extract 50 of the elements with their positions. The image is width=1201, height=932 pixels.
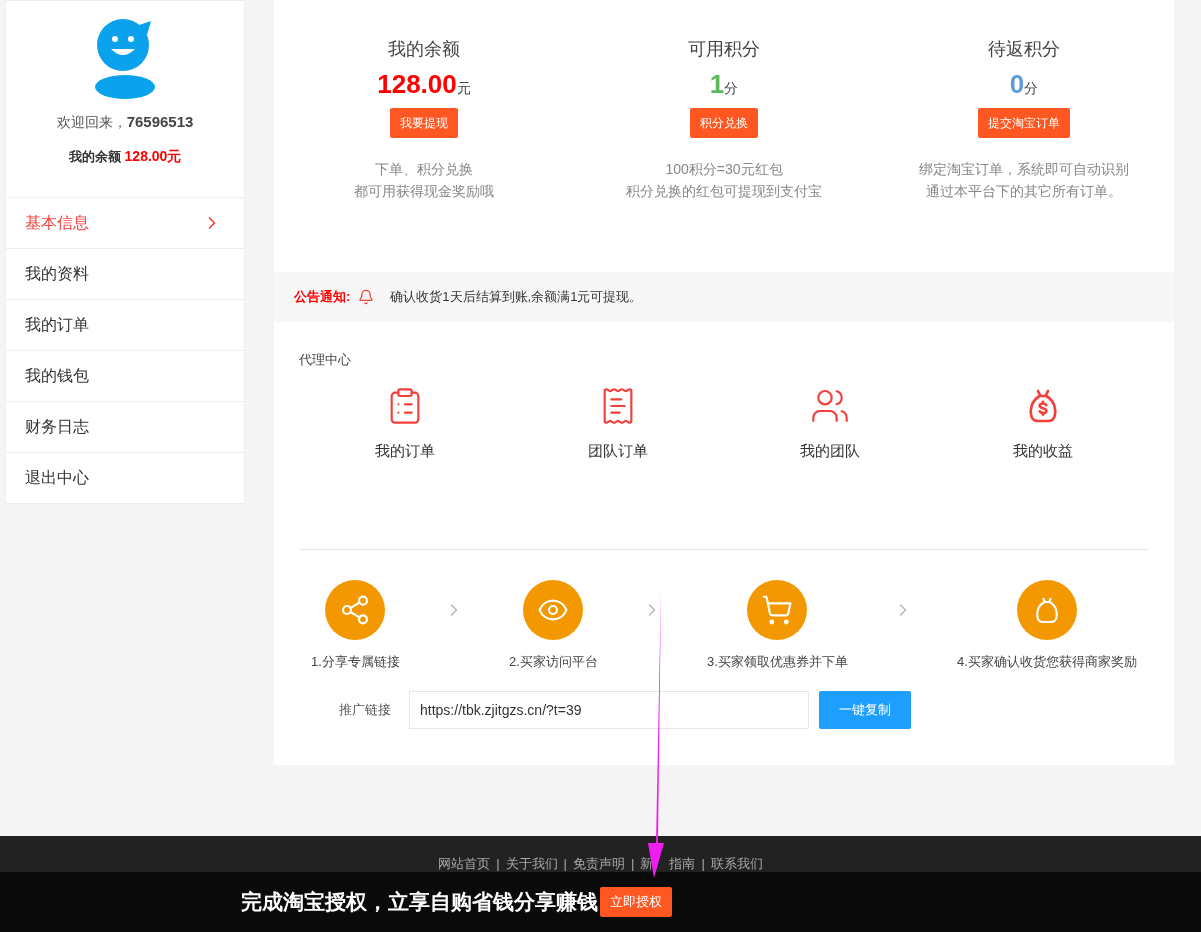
description-text: 绑定淘宝订单，系统即可自动识别: [919, 160, 1129, 179]
footer-link[interactable]: 网站首页: [438, 854, 491, 874]
balance-value: 128.00元: [124, 146, 182, 166]
step-label: 4.买家确认收货您获得商家奖励: [957, 652, 1137, 671]
stat-unit: 分: [1024, 80, 1039, 98]
balance-label: 我的余额: [68, 147, 121, 166]
step-label: 1.分享专属链接: [311, 652, 400, 671]
separator: |: [631, 855, 635, 873]
sidebar-item[interactable]: 财务日志: [6, 400, 244, 452]
link-field[interactable]: https://tbk.zjitgzs.cn/?t=39: [409, 691, 809, 729]
stat-value: 0: [1009, 68, 1025, 101]
sidebar-item[interactable]: 基本信息: [6, 196, 244, 248]
bell-icon: [358, 289, 375, 305]
banner-text: 完成淘宝授权，立享自购省钱分享赚钱: [241, 889, 598, 916]
footer-link[interactable]: 关于我们: [505, 854, 558, 874]
description-text: 100积分=30元红包: [665, 160, 783, 179]
description-text: 通过本平台下的其它所有订单。: [926, 182, 1122, 201]
description-text: 积分兑换的红包可提现到支付宝: [626, 182, 822, 201]
stat-value: 1: [709, 68, 725, 101]
agent-link[interactable]: 我的团队: [800, 439, 861, 462]
footer-link[interactable]: 免责声明: [573, 854, 625, 874]
sidebar-item[interactable]: 我的钱包: [6, 349, 244, 401]
welcome-text: 欢迎回来，: [56, 113, 127, 132]
stat-title: 我的余额: [388, 38, 460, 61]
agent-link[interactable]: 团队订单: [587, 439, 648, 462]
sidebar-item[interactable]: 我的资料: [6, 247, 244, 299]
description-text: 下单、积分兑换: [375, 160, 473, 179]
description-text: 都可用获得现金奖励哦: [354, 182, 494, 201]
footer-link[interactable]: 新: [640, 854, 654, 874]
notice-text: 确认收货1天后结算到账,余额满1元可提现。: [390, 288, 643, 307]
link-label: 推广链接: [339, 701, 392, 720]
footer-link[interactable]: 指南: [669, 854, 696, 874]
stat-unit: 分: [724, 80, 739, 98]
separator: |: [701, 855, 705, 873]
stat-title: 待返积分: [988, 38, 1060, 61]
username: 76596513: [126, 112, 194, 132]
step-label: 3.买家领取优惠券并下单: [707, 652, 848, 671]
agent-link[interactable]: 我的收益: [1012, 439, 1073, 462]
section-title: 代理中心: [299, 351, 352, 369]
separator: |: [563, 855, 567, 873]
sidebar-item[interactable]: 退出中心: [6, 451, 244, 503]
sidebar-item[interactable]: 我的订单: [6, 298, 244, 350]
notice-label: 公告通知:: [294, 288, 351, 307]
step-label: 2.买家访问平台: [509, 652, 598, 671]
stat-unit: 元: [456, 79, 471, 98]
separator: |: [496, 855, 500, 873]
stat-value: 128.00: [377, 68, 457, 101]
stat-title: 可用积分: [688, 38, 760, 61]
agent-link[interactable]: 我的订单: [375, 439, 436, 462]
footer-link[interactable]: 联系我们: [710, 854, 763, 874]
